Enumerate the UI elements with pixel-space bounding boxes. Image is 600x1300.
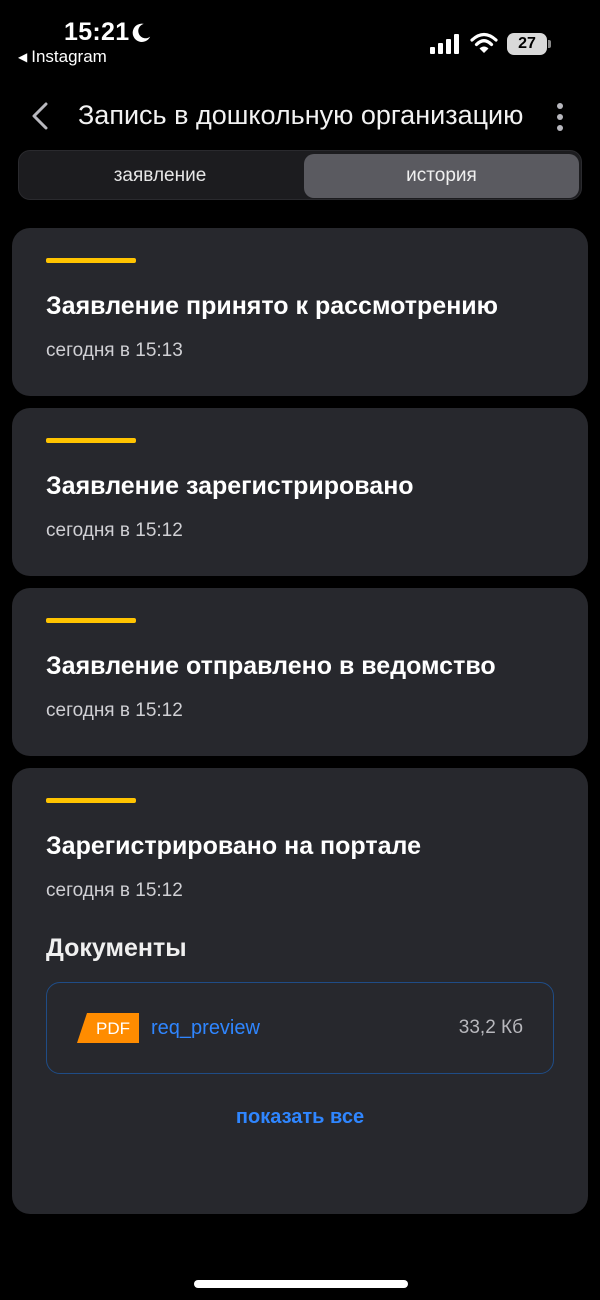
documents-heading: Документы [46, 934, 187, 962]
cellular-signal-icon [430, 34, 459, 54]
battery-tip [548, 40, 551, 48]
tab-history[interactable]: история [304, 154, 579, 198]
status-accent-bar [46, 438, 136, 443]
show-all-link[interactable]: показать все [12, 1106, 588, 1129]
battery-icon: 27 [507, 33, 551, 55]
status-accent-bar [46, 618, 136, 623]
document-name-link[interactable]: req_preview [151, 1017, 260, 1040]
segmented-tabs: заявление история [18, 150, 582, 200]
pdf-label: PDF [96, 1019, 130, 1038]
history-time: сегодня в 15:12 [46, 520, 183, 541]
page-title: Запись в дошкольную организацию [78, 100, 524, 130]
history-time: сегодня в 15:12 [46, 700, 183, 721]
status-bar: 15:21 ◀ Instagram 27 [0, 0, 600, 72]
history-time: сегодня в 15:13 [46, 340, 183, 361]
history-time: сегодня в 15:12 [46, 880, 183, 901]
battery-level: 27 [507, 33, 547, 55]
back-to-app-link[interactable]: ◀ Instagram [18, 47, 107, 67]
history-card: Зарегистрировано на портале сегодня в 15… [12, 768, 588, 1214]
history-card: Заявление отправлено в ведомство сегодня… [12, 588, 588, 756]
history-title: Зарегистрировано на портале [46, 832, 421, 860]
pdf-file-icon: PDF [77, 1013, 139, 1043]
tab-application[interactable]: заявление [22, 154, 298, 198]
back-app-label: Instagram [31, 47, 107, 66]
home-indicator[interactable] [194, 1280, 408, 1288]
more-vertical-icon[interactable] [552, 102, 568, 132]
screen: 15:21 ◀ Instagram 27 Запись в дошкольную… [0, 0, 600, 1300]
document-item[interactable]: PDF req_preview 33,2 Кб [46, 982, 554, 1074]
history-title: Заявление зарегистрировано [46, 472, 414, 500]
document-size: 33,2 Кб [458, 1017, 523, 1038]
wifi-icon [470, 32, 498, 53]
status-time: 15:21 [64, 18, 130, 46]
history-title: Заявление принято к рассмотрению [46, 292, 499, 320]
nav-header: Запись в дошкольную организацию [0, 88, 600, 144]
back-chevron-icon[interactable] [28, 100, 52, 132]
history-title: Заявление отправлено в ведомство [46, 652, 496, 680]
status-accent-bar [46, 258, 136, 263]
status-accent-bar [46, 798, 136, 803]
back-triangle-icon: ◀ [18, 50, 28, 64]
history-card: Заявление принято к рассмотрению сегодня… [12, 228, 588, 396]
moon-icon [132, 23, 151, 42]
history-card: Заявление зарегистрировано сегодня в 15:… [12, 408, 588, 576]
